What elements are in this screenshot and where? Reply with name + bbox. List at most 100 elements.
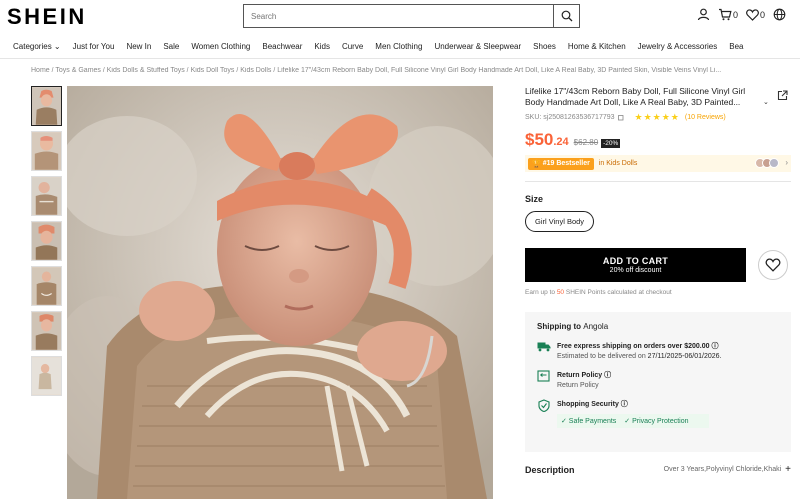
cart-row: ADD TO CART 20% off discount: [525, 248, 793, 282]
breadcrumb: Home / Toys & Games / Kids Dolls & Stuff…: [31, 67, 722, 74]
info-icon[interactable]: ⓘ: [621, 401, 628, 408]
price-row: $50.24 $62.80 -20%: [525, 130, 793, 150]
search-button[interactable]: [553, 5, 579, 27]
sku-row: SKU: sj25081263536717793 ★★★★★ (10 Revie…: [525, 112, 793, 123]
nav-item-shoes[interactable]: Shoes: [527, 42, 562, 51]
nav-item-jewelry-accessories[interactable]: Jewelry & Accessories: [632, 42, 724, 51]
shipping-box: Shipping to Angola Free express shipping…: [525, 312, 791, 452]
bestseller-avatars: [755, 158, 779, 168]
breadcrumb-kids-doll-toys[interactable]: Kids Doll Toys: [191, 67, 235, 74]
header-icons: 0 0: [697, 8, 786, 21]
breadcrumb-current: Lifelike 17"/43cm Reborn Baby Doll, Full…: [277, 67, 722, 74]
size-label: Size: [525, 194, 544, 204]
reborn-doll-photo: [67, 86, 493, 499]
nav-item-curve[interactable]: Curve: [336, 42, 369, 51]
trophy-icon: 🏆: [532, 160, 541, 168]
nav-item-home-kitchen[interactable]: Home & Kitchen: [562, 42, 632, 51]
avatar: [769, 158, 779, 168]
info-icon[interactable]: ⓘ: [604, 372, 611, 379]
nav-item-kids[interactable]: Kids: [308, 42, 336, 51]
shield-icon: [538, 399, 550, 412]
user-icon: [697, 8, 710, 21]
delivery-estimate: Estimated to be delivered on 27/11/2025-…: [557, 353, 722, 360]
category-nav: Categories ⌄ Just for You New In Sale Wo…: [0, 36, 800, 56]
info-icon[interactable]: ⓘ: [711, 343, 718, 350]
search-input[interactable]: [244, 5, 553, 27]
nav-item-sale[interactable]: Sale: [157, 42, 185, 51]
header: SHEIN 0 0: [0, 0, 800, 32]
search-bar: [243, 4, 580, 28]
privacy-protection-tag: ✓ Privacy Protection: [624, 418, 689, 425]
return-policy-title: Return Policy ⓘ: [557, 372, 612, 379]
truck-icon: [537, 342, 551, 352]
security-tags: ✓ Safe Payments ✓ Privacy Protection: [557, 414, 709, 428]
cart-button[interactable]: 0: [718, 8, 738, 21]
product-title: Lifelike 17"/43cm Reborn Baby Doll, Full…: [525, 86, 746, 107]
cart-icon: [718, 8, 732, 21]
breadcrumb-kids-dolls[interactable]: Kids Dolls: [240, 67, 271, 74]
description-summary: Over 3 Years,Polyvinyl Chloride,Khaki: [663, 466, 782, 473]
rating-stars: ★★★★★: [634, 112, 680, 122]
expand-title-icon[interactable]: ⌄: [763, 98, 769, 106]
nav-item-just-for-you[interactable]: Just for You: [67, 42, 121, 51]
breadcrumb-toys-games[interactable]: Toys & Games: [55, 67, 101, 74]
return-icon: [537, 370, 550, 382]
shopping-security-row: Shopping Security ⓘ ✓ Safe Payments ✓ Pr…: [537, 399, 779, 428]
price-cents: .24: [553, 136, 569, 148]
thumbnail-4[interactable]: [31, 221, 62, 261]
size-option-girl-vinyl-body[interactable]: Girl Vinyl Body: [525, 211, 595, 232]
discount-badge: -20%: [601, 139, 621, 148]
nav-divider: [0, 58, 800, 59]
shipping-title[interactable]: Shipping to Angola: [537, 322, 779, 331]
free-shipping-row: Free express shipping on orders over $20…: [537, 341, 779, 360]
return-policy-sub: Return Policy: [557, 382, 599, 389]
nav-item-underwear-sleepwear[interactable]: Underwear & Sleepwear: [428, 42, 527, 51]
thumbnail-list: [31, 86, 63, 401]
nav-item-women-clothing[interactable]: Women Clothing: [185, 42, 256, 51]
sku-text: SKU: sj25081263536717793: [525, 114, 615, 121]
bestseller-badge: 🏆 #19 Bestseller: [528, 157, 594, 170]
share-button[interactable]: [777, 88, 788, 106]
thumbnail-1[interactable]: [31, 86, 62, 126]
add-to-cart-sub: 20% off discount: [609, 267, 662, 274]
section-divider: [525, 181, 791, 182]
chevron-down-icon: ⌄: [53, 41, 61, 51]
return-policy-row[interactable]: Return Policy ⓘ Return Policy: [537, 370, 779, 389]
shein-logo[interactable]: SHEIN: [7, 4, 87, 30]
thumbnail-6[interactable]: [31, 311, 62, 351]
cart-count: 0: [732, 9, 738, 20]
chevron-right-icon: ›: [785, 158, 788, 167]
safe-payments-tag: ✓ Safe Payments: [561, 418, 617, 425]
copy-icon[interactable]: [617, 114, 624, 121]
add-to-cart-label: ADD TO CART: [602, 256, 669, 266]
heart-icon: [746, 8, 759, 21]
thumbnail-3[interactable]: [31, 176, 62, 216]
wishlist-button[interactable]: 0: [746, 8, 765, 21]
price-main: $50: [525, 130, 554, 149]
thumbnail-5[interactable]: [31, 266, 62, 306]
share-icon: [777, 90, 788, 101]
breadcrumb-kids-dolls-stuffed[interactable]: Kids Dolls & Stuffed Toys: [107, 67, 185, 74]
reviews-link[interactable]: (10 Reviews): [685, 114, 726, 121]
heart-icon: [765, 258, 781, 272]
add-to-cart-button[interactable]: ADD TO CART 20% off discount: [525, 248, 746, 282]
thumbnail-2[interactable]: [31, 131, 62, 171]
thumbnail-7[interactable]: [31, 356, 62, 396]
main-product-image[interactable]: [67, 86, 493, 499]
search-icon: [561, 10, 572, 22]
wishlist-count: 0: [759, 9, 765, 20]
breadcrumb-home[interactable]: Home: [31, 67, 50, 74]
nav-item-beauty[interactable]: Bea: [723, 42, 749, 51]
bestseller-banner[interactable]: 🏆 #19 Bestseller in Kids Dolls ›: [525, 155, 791, 172]
description-title: Description: [525, 464, 575, 475]
nav-item-new-in[interactable]: New In: [120, 42, 157, 51]
nav-item-beachwear[interactable]: Beachwear: [256, 42, 308, 51]
globe-button[interactable]: [773, 8, 786, 21]
points-info: Earn up to 50 SHEIN Points calculated at…: [525, 289, 672, 296]
account-button[interactable]: [697, 8, 710, 21]
add-to-wishlist-button[interactable]: [758, 250, 788, 280]
shipping-destination: Angola: [583, 322, 609, 331]
nav-item-categories[interactable]: Categories ⌄: [0, 42, 67, 51]
nav-item-men-clothing[interactable]: Men Clothing: [369, 42, 428, 51]
description-row[interactable]: Description Over 3 Years,Polyvinyl Chlor…: [525, 464, 791, 475]
